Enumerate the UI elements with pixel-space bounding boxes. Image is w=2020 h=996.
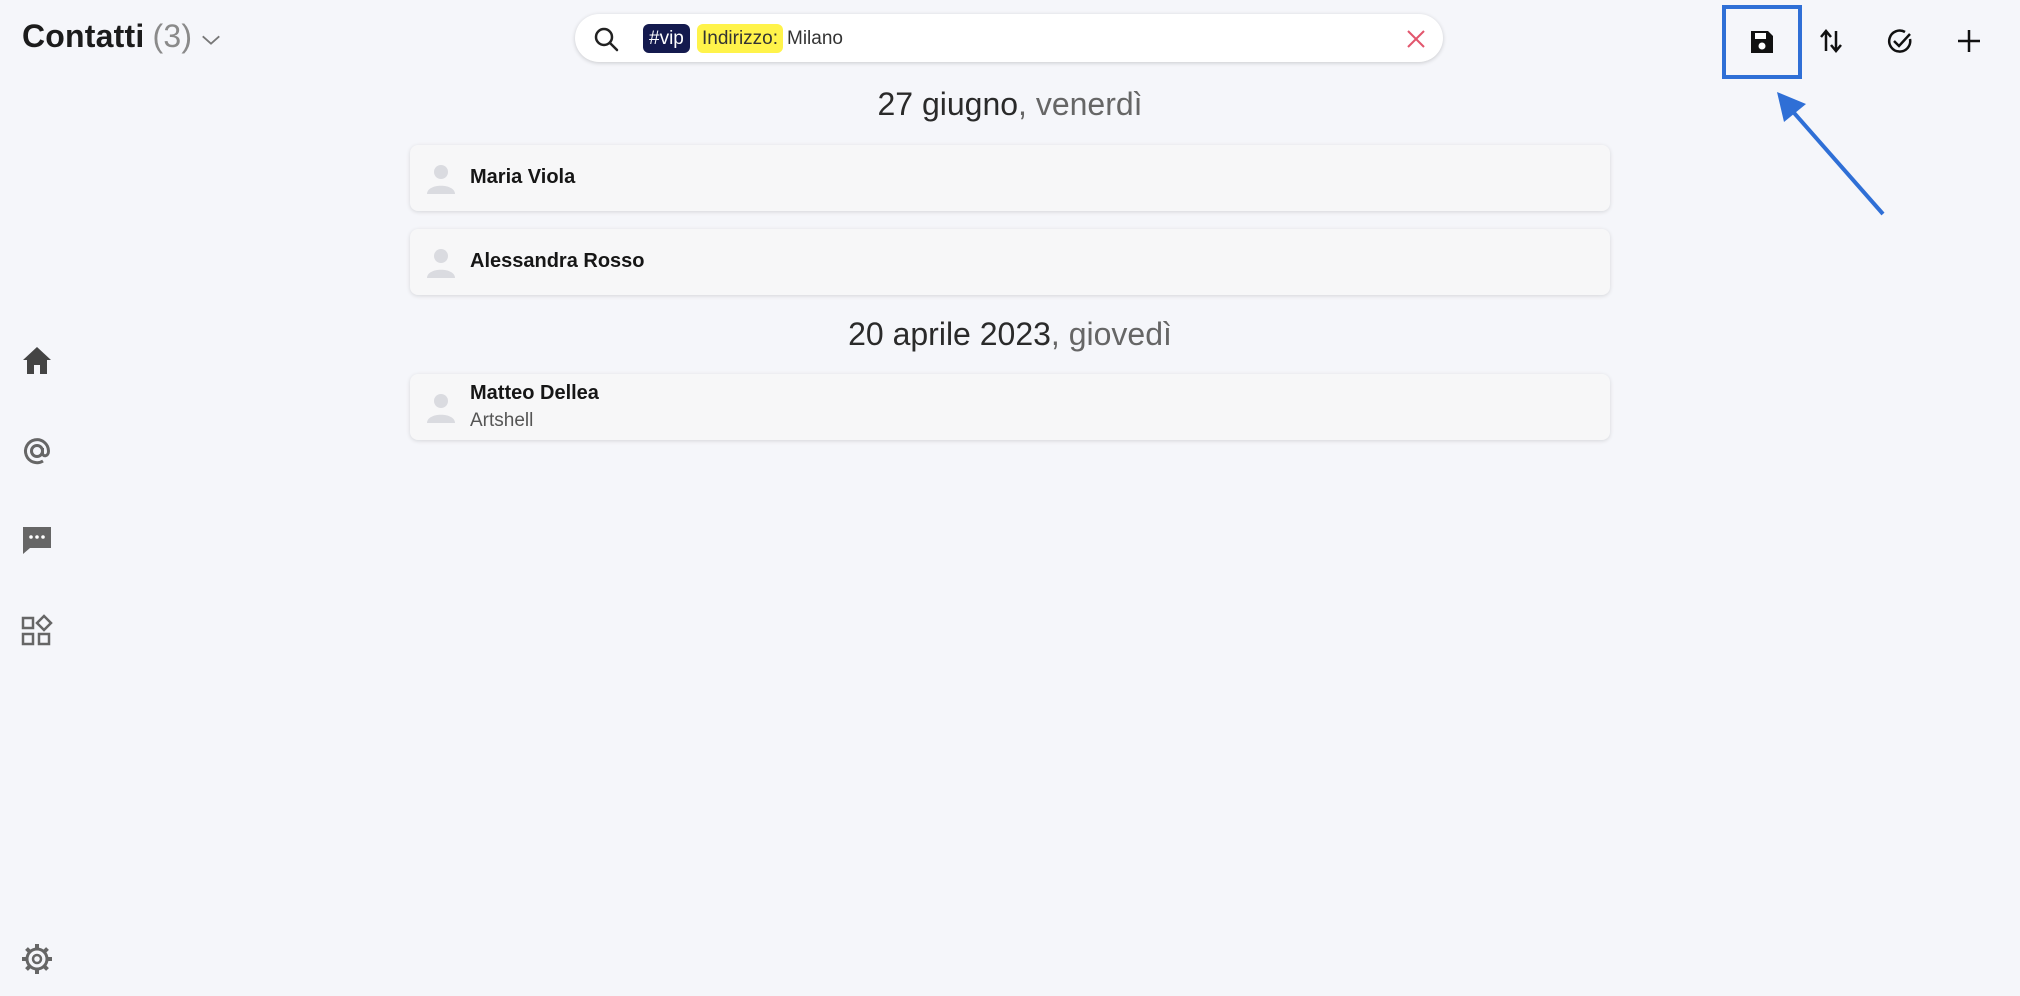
sort-icon bbox=[1820, 29, 1842, 53]
contact-company: Artshell bbox=[470, 410, 534, 431]
date-heading: 20 aprile 2023, giovedì bbox=[0, 316, 2020, 353]
filter-tag-vip[interactable]: #vip bbox=[643, 24, 690, 53]
header: Contatti (3) #vip Indirizzo: Milano bbox=[0, 0, 2020, 216]
save-button[interactable] bbox=[1722, 5, 1802, 79]
plus-icon bbox=[1958, 30, 1980, 52]
contact-card[interactable]: Matteo Dellea Artshell bbox=[410, 374, 1610, 440]
page-title[interactable]: Contatti (3) bbox=[22, 18, 222, 55]
contact-card[interactable]: Maria Viola bbox=[410, 145, 1610, 211]
save-icon bbox=[1751, 31, 1773, 53]
contact-count: (3) bbox=[152, 18, 193, 54]
page-title-text: Contatti bbox=[22, 18, 145, 54]
date-heading-weekday: , venerdì bbox=[1018, 86, 1143, 122]
contact-name: Alessandra Rosso bbox=[470, 250, 645, 272]
avatar-icon bbox=[427, 165, 455, 194]
date-heading-date: 27 giugno bbox=[877, 86, 1019, 122]
contact-card[interactable]: Alessandra Rosso bbox=[410, 229, 1610, 295]
at-icon[interactable] bbox=[20, 434, 54, 468]
contact-name: Matteo Dellea bbox=[470, 382, 599, 404]
avatar-icon bbox=[427, 394, 455, 423]
avatar-icon bbox=[427, 249, 455, 278]
filter-tag-address-value[interactable]: Milano bbox=[787, 24, 843, 53]
search-icon bbox=[594, 27, 619, 52]
sort-button[interactable] bbox=[1796, 11, 1866, 71]
check-circle-icon bbox=[1888, 29, 1912, 53]
date-heading-date: 20 aprile 2023 bbox=[848, 316, 1051, 352]
chat-icon[interactable] bbox=[20, 523, 54, 557]
clear-search-icon[interactable] bbox=[1404, 27, 1428, 51]
add-contact-button[interactable] bbox=[1934, 11, 2004, 71]
filter-tag-address-label[interactable]: Indirizzo: bbox=[697, 24, 784, 53]
date-heading-weekday: , giovedì bbox=[1050, 316, 1172, 352]
contact-name: Maria Viola bbox=[470, 166, 576, 188]
select-button[interactable] bbox=[1865, 11, 1935, 71]
apps-icon[interactable] bbox=[20, 614, 54, 648]
chevron-down-icon[interactable] bbox=[200, 29, 222, 51]
date-heading: 27 giugno, venerdì bbox=[0, 86, 2020, 123]
gear-icon[interactable] bbox=[20, 942, 54, 976]
